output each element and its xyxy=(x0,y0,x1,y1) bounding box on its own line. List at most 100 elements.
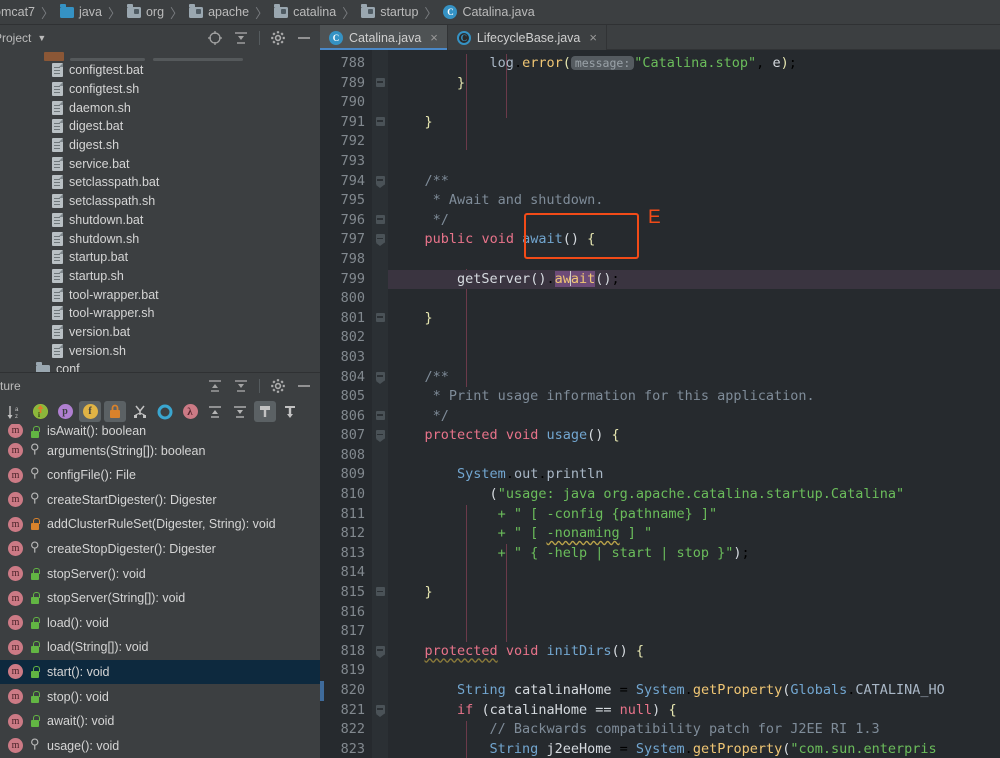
hide-minimize-icon[interactable] xyxy=(296,378,312,394)
settings-gear-icon[interactable] xyxy=(270,30,286,46)
structure-member[interactable]: musage(): void xyxy=(0,733,320,758)
breadcrumb-item-project[interactable]: omcat7 xyxy=(0,0,37,24)
structure-member[interactable]: misAwait(): boolean xyxy=(0,424,320,438)
code-line[interactable]: /** xyxy=(388,172,1000,192)
code-line[interactable] xyxy=(388,93,1000,113)
code-line[interactable]: */ xyxy=(388,407,1000,427)
tree-row-scrolled-partial[interactable] xyxy=(0,51,320,61)
tree-row[interactable]: startup.bat xyxy=(0,248,320,267)
tab-catalina-java[interactable]: C Catalina.java × xyxy=(320,25,448,50)
tree-row[interactable]: service.bat xyxy=(0,154,320,173)
close-icon[interactable]: × xyxy=(430,30,438,45)
project-tree[interactable]: configtest.batconfigtest.shdaemon.shdige… xyxy=(0,51,320,372)
code-fold-marker-icon[interactable] xyxy=(376,172,385,183)
code-line[interactable]: + " { -help | start | stop }"); xyxy=(388,544,1000,564)
tree-row[interactable]: configtest.sh xyxy=(0,80,320,99)
tree-row[interactable]: tool-wrapper.bat xyxy=(0,285,320,304)
tree-row[interactable]: daemon.sh xyxy=(0,98,320,117)
code-line[interactable]: System.out.println xyxy=(388,465,1000,485)
code-fold-marker-icon[interactable] xyxy=(376,583,385,594)
code-folding-column[interactable] xyxy=(372,50,388,758)
locate-icon[interactable] xyxy=(207,30,223,46)
code-line[interactable]: + " [ -nonaming ] " xyxy=(388,524,1000,544)
breadcrumb-item-org[interactable]: org xyxy=(125,0,166,24)
code-line[interactable]: String j2eeHome = System.getProperty("co… xyxy=(388,740,1000,758)
code-line[interactable]: if (catalinaHome == null) { xyxy=(388,701,1000,721)
show-non-public-icon[interactable] xyxy=(104,401,126,422)
code-line[interactable]: protected void initDirs() { xyxy=(388,642,1000,662)
structure-member[interactable]: marguments(String[]): boolean xyxy=(0,438,320,463)
collapse-all-icon[interactable] xyxy=(229,401,251,422)
tree-row[interactable]: shutdown.bat xyxy=(0,211,320,230)
structure-member[interactable]: mcreateStopDigester(): Digester xyxy=(0,537,320,562)
expand-all-icon[interactable] xyxy=(204,401,226,422)
code-line[interactable] xyxy=(388,132,1000,152)
code-line[interactable]: String catalinaHome = System.getProperty… xyxy=(388,681,1000,701)
tree-row[interactable]: conf xyxy=(0,360,320,372)
code-fold-marker-icon[interactable] xyxy=(376,309,385,320)
code-fold-marker-icon[interactable] xyxy=(376,211,385,222)
close-icon[interactable]: × xyxy=(589,30,597,45)
structure-member[interactable]: mload(): void xyxy=(0,610,320,635)
breadcrumb-item-catalina-java[interactable]: C Catalina.java xyxy=(441,0,536,24)
code-line[interactable]: public void await() { xyxy=(388,230,1000,250)
breadcrumb-item-java[interactable]: java xyxy=(58,0,104,24)
code-line[interactable]: * Await and shutdown. xyxy=(388,191,1000,211)
code-line[interactable] xyxy=(388,348,1000,368)
show-inherited-icon[interactable]: i xyxy=(29,401,51,422)
group-by-icon[interactable] xyxy=(129,401,151,422)
code-fold-marker-icon[interactable] xyxy=(376,426,385,437)
show-fields-icon[interactable]: f xyxy=(79,401,101,422)
code-content[interactable]: log.error(message:"Catalina.stop", e); }… xyxy=(388,50,1000,758)
tree-row[interactable]: configtest.bat xyxy=(0,61,320,80)
hide-minimize-icon[interactable] xyxy=(296,30,312,46)
breadcrumb-item-startup[interactable]: startup xyxy=(359,0,420,24)
code-line[interactable]: protected void usage() { xyxy=(388,426,1000,446)
line-number-gutter[interactable]: 7887897907917927937947957967977987998008… xyxy=(324,50,372,758)
code-line[interactable]: * Print usage information for this appli… xyxy=(388,387,1000,407)
breadcrumb-item-apache[interactable]: apache xyxy=(187,0,251,24)
collapse-all-icon[interactable] xyxy=(233,30,249,46)
tree-row[interactable]: tool-wrapper.sh xyxy=(0,304,320,323)
code-line-current[interactable]: getServer().await(); xyxy=(388,270,1000,290)
expand-all-icon[interactable] xyxy=(207,378,223,394)
code-line[interactable] xyxy=(388,603,1000,623)
structure-member[interactable]: mcreateStartDigester(): Digester xyxy=(0,487,320,512)
code-fold-marker-icon[interactable] xyxy=(376,230,385,241)
code-line[interactable] xyxy=(388,152,1000,172)
code-line[interactable] xyxy=(388,446,1000,466)
code-fold-marker-icon[interactable] xyxy=(376,407,385,418)
code-line[interactable] xyxy=(388,661,1000,681)
structure-member[interactable]: mstopServer(): void xyxy=(0,561,320,586)
code-line[interactable] xyxy=(388,563,1000,583)
tree-row[interactable]: shutdown.sh xyxy=(0,229,320,248)
structure-member[interactable]: mawait(): void xyxy=(0,709,320,734)
structure-member[interactable]: mstop(): void xyxy=(0,684,320,709)
tree-row[interactable]: setclasspath.sh xyxy=(0,192,320,211)
code-line[interactable]: log.error(message:"Catalina.stop", e); xyxy=(388,54,1000,74)
tab-lifecyclebase-java[interactable]: C LifecycleBase.java × xyxy=(448,25,607,50)
code-line[interactable]: } xyxy=(388,583,1000,603)
code-line[interactable] xyxy=(388,622,1000,642)
tree-row[interactable]: startup.sh xyxy=(0,267,320,286)
autoscroll-to-source-icon[interactable] xyxy=(254,401,276,422)
settings-gear-icon[interactable] xyxy=(270,378,286,394)
chevron-down-icon[interactable]: ▼ xyxy=(37,33,46,43)
autoscroll-from-source-icon[interactable] xyxy=(279,401,301,422)
code-line[interactable] xyxy=(388,289,1000,309)
structure-member[interactable]: mload(String[]): void xyxy=(0,635,320,660)
code-line[interactable] xyxy=(388,250,1000,270)
code-line[interactable]: } xyxy=(388,74,1000,94)
structure-member[interactable]: mconfigFile(): File xyxy=(0,463,320,488)
structure-member-selected[interactable]: mstart(): void xyxy=(0,660,320,685)
editor-viewport[interactable]: 7887897907917927937947957967977987998008… xyxy=(320,50,1000,758)
code-line[interactable]: // Backwards compatibility patch for J2E… xyxy=(388,720,1000,740)
code-line[interactable]: } xyxy=(388,309,1000,329)
code-fold-marker-icon[interactable] xyxy=(376,113,385,124)
structure-member[interactable]: mstopServer(String[]): void xyxy=(0,586,320,611)
tree-row[interactable]: version.sh xyxy=(0,341,320,360)
code-line[interactable]: + " [ -config {pathname} ]" xyxy=(388,505,1000,525)
breadcrumb-item-catalina[interactable]: catalina xyxy=(272,0,338,24)
show-properties-icon[interactable]: p xyxy=(54,401,76,422)
structure-member[interactable]: maddClusterRuleSet(Digester, String): vo… xyxy=(0,512,320,537)
